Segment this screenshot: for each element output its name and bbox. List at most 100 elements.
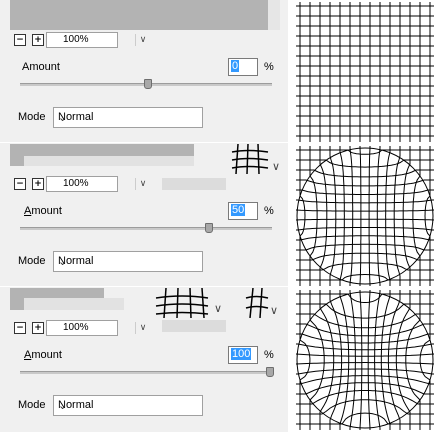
grid-line-horizontal bbox=[296, 149, 434, 155]
amount-label: Amount bbox=[24, 349, 62, 361]
zoom-select[interactable]: 100% ∨ bbox=[46, 176, 146, 192]
chevron-down-icon[interactable]: ∨ bbox=[135, 322, 150, 334]
chevron-down-icon: ⌄ bbox=[58, 255, 68, 268]
mini-grid-preview bbox=[155, 288, 209, 318]
zoom-value: 100% bbox=[63, 34, 89, 45]
sphere-outline bbox=[296, 291, 434, 429]
amount-slider-thumb[interactable] bbox=[205, 223, 213, 233]
amount-input[interactable]: 50 bbox=[228, 202, 258, 220]
preview-scroll-thumb[interactable] bbox=[268, 0, 280, 30]
zoom-out-button[interactable]: − bbox=[14, 322, 26, 334]
chevron-down-icon[interactable]: ∨ bbox=[272, 160, 280, 173]
amount-label: Amount bbox=[24, 205, 62, 217]
grid-line-vertical bbox=[329, 290, 343, 430]
grid-line-horizontal bbox=[296, 412, 434, 425]
divider bbox=[0, 286, 438, 287]
grid-line-horizontal bbox=[296, 343, 434, 351]
grid-line-vertical bbox=[319, 146, 328, 286]
grid-line-vertical bbox=[424, 146, 431, 286]
spherize-dialog-panel-1: − + 100% ∨ Amount 0 % Mode Normal ⌄ bbox=[0, 0, 288, 144]
grid-line-horizontal bbox=[296, 189, 434, 195]
spherized-grid-100 bbox=[295, 290, 435, 430]
flat-grid bbox=[296, 2, 434, 142]
chevron-down-icon: ⌄ bbox=[58, 111, 68, 124]
grid-line-horizontal bbox=[296, 399, 434, 415]
spherize-dialog-panel-2: ∨ − + 100% ∨ Amount 50 % Mode Normal ⌄ bbox=[0, 144, 288, 288]
grid-line-horizontal bbox=[295, 353, 435, 357]
grid-line-horizontal bbox=[296, 179, 434, 187]
grid-line-vertical bbox=[339, 146, 345, 286]
zoom-out-button[interactable]: − bbox=[14, 34, 26, 46]
preview-image bbox=[24, 298, 124, 310]
grid-line-vertical bbox=[309, 146, 318, 286]
zoom-value: 100% bbox=[63, 178, 89, 189]
amount-input[interactable]: 0 bbox=[228, 58, 258, 76]
grid-line-vertical bbox=[374, 290, 381, 430]
mode-label: Mode bbox=[18, 255, 46, 267]
mode-select[interactable]: Normal ⌄ bbox=[53, 251, 203, 272]
grid-line-vertical bbox=[359, 290, 363, 430]
grid-line-vertical bbox=[419, 290, 431, 430]
divider bbox=[0, 142, 438, 143]
grid-line-vertical bbox=[395, 290, 411, 430]
preview-scrollbar[interactable] bbox=[162, 178, 226, 190]
grid-line-horizontal bbox=[296, 313, 434, 329]
preview-image bbox=[24, 144, 194, 156]
grid-preview-3 bbox=[295, 290, 435, 430]
preview-image bbox=[24, 156, 194, 166]
amount-slider-thumb[interactable] bbox=[266, 367, 274, 377]
mode-select[interactable]: Normal ⌄ bbox=[53, 395, 203, 416]
spherize-dialog-panel-3: ∨ ∨ − + 100% ∨ Amount 100 % Mode Normal … bbox=[0, 288, 288, 432]
zoom-out-button[interactable]: − bbox=[14, 178, 26, 190]
mode-label: Mode bbox=[18, 111, 46, 123]
grid-line-vertical bbox=[402, 146, 411, 286]
amount-slider[interactable] bbox=[20, 227, 272, 230]
mini-grid-preview bbox=[231, 144, 269, 174]
grid-preview-2 bbox=[295, 146, 435, 286]
zoom-in-button[interactable]: + bbox=[32, 322, 44, 334]
amount-value: 0 bbox=[231, 60, 240, 72]
chevron-down-icon: ⌄ bbox=[58, 399, 68, 412]
mini-grid-preview bbox=[245, 288, 269, 318]
grid-preview-1 bbox=[296, 2, 434, 142]
amount-label: Amount bbox=[22, 61, 60, 73]
grid-line-horizontal bbox=[296, 235, 434, 241]
percent-label: % bbox=[264, 349, 274, 361]
grid-line-vertical bbox=[349, 290, 356, 430]
grid-line-vertical bbox=[299, 290, 311, 430]
grid-line-horizontal bbox=[296, 368, 434, 375]
chevron-down-icon[interactable]: ∨ bbox=[135, 34, 150, 46]
grid-line-horizontal bbox=[296, 323, 434, 337]
grid-line-horizontal bbox=[296, 159, 434, 168]
amount-slider[interactable] bbox=[20, 371, 272, 374]
grid-line-horizontal bbox=[295, 218, 435, 221]
amount-value: 50 bbox=[231, 204, 246, 216]
chevron-down-icon[interactable]: ∨ bbox=[270, 304, 278, 317]
zoom-in-button[interactable]: + bbox=[32, 34, 44, 46]
zoom-select[interactable]: 100% ∨ bbox=[46, 32, 146, 48]
preview-image bbox=[24, 288, 104, 298]
zoom-select[interactable]: 100% ∨ bbox=[46, 320, 146, 336]
chevron-down-icon[interactable]: ∨ bbox=[214, 302, 222, 315]
percent-label: % bbox=[264, 61, 274, 73]
zoom-value: 100% bbox=[63, 322, 89, 333]
preview-scrollbar[interactable] bbox=[162, 320, 226, 332]
grid-line-horizontal bbox=[296, 274, 434, 281]
zoom-in-button[interactable]: + bbox=[32, 178, 44, 190]
mode-select[interactable]: Normal ⌄ bbox=[53, 107, 203, 128]
grid-line-vertical bbox=[367, 290, 371, 430]
amount-input[interactable]: 100 bbox=[228, 346, 258, 364]
spherized-grid-50 bbox=[295, 146, 435, 286]
grid-line-horizontal bbox=[296, 293, 434, 303]
grid-line-horizontal bbox=[296, 169, 434, 178]
amount-slider-thumb[interactable] bbox=[144, 79, 152, 89]
grid-line-horizontal bbox=[296, 252, 434, 261]
grid-line-vertical bbox=[385, 146, 391, 286]
amount-value: 100 bbox=[231, 348, 252, 360]
preview-image bbox=[10, 288, 24, 310]
preview-image bbox=[10, 144, 24, 166]
percent-label: % bbox=[264, 205, 274, 217]
grid-line-vertical bbox=[319, 290, 335, 430]
grid-line-horizontal bbox=[296, 243, 434, 251]
chevron-down-icon[interactable]: ∨ bbox=[135, 178, 150, 190]
